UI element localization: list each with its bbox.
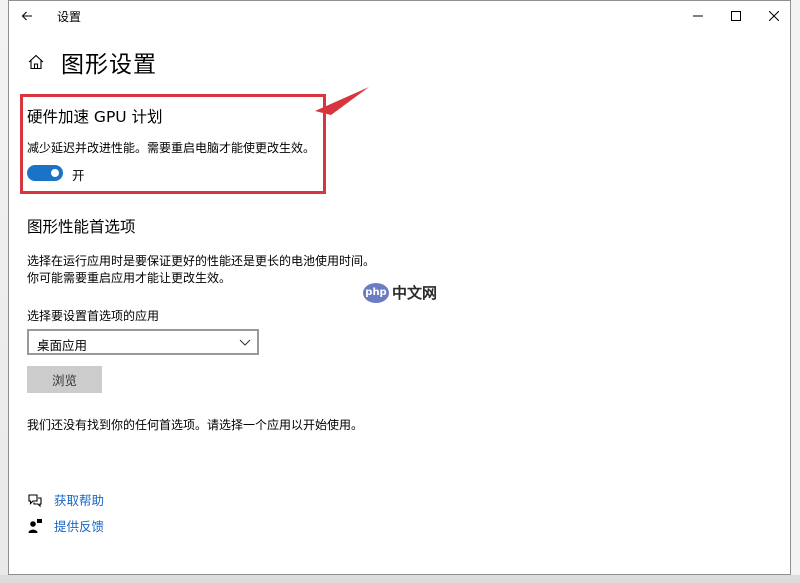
give-feedback-link[interactable]: 提供反馈 bbox=[54, 516, 104, 535]
give-feedback-link-row[interactable]: 提供反馈 bbox=[27, 516, 104, 535]
gpu-scheduling-toggle[interactable] bbox=[27, 165, 63, 181]
background-window-right bbox=[790, 0, 800, 583]
gpu-scheduling-description: 减少延迟并改进性能。需要重启电脑才能使更改生效。 bbox=[27, 141, 316, 155]
close-button[interactable] bbox=[755, 1, 793, 31]
close-icon bbox=[769, 11, 779, 21]
minimize-icon bbox=[693, 15, 703, 17]
back-arrow-icon bbox=[21, 11, 32, 21]
watermark-badge: php bbox=[363, 282, 389, 303]
graphics-preference-heading: 图形性能首选项 bbox=[27, 218, 136, 236]
settings-window: 设置 图形设置 硬件加速 GPU 计划 减少延迟并改进性能。需要重启电脑才能使更… bbox=[8, 0, 791, 575]
minimize-button[interactable] bbox=[679, 1, 717, 31]
chevron-down-icon bbox=[239, 339, 251, 346]
no-preferences-message: 我们还没有找到你的任何首选项。请选择一个应用以开始使用。 bbox=[27, 418, 364, 432]
home-button[interactable] bbox=[27, 53, 45, 71]
home-icon bbox=[28, 54, 44, 70]
title-bar: 设置 bbox=[9, 1, 790, 31]
maximize-icon bbox=[731, 11, 741, 21]
watermark: php 中文网 bbox=[363, 282, 437, 303]
graphics-preference-description-2: 你可能需要重启应用才能让更改生效。 bbox=[27, 271, 232, 285]
feedback-person-icon bbox=[27, 518, 43, 534]
annotation-arrow bbox=[315, 87, 369, 115]
back-button[interactable] bbox=[9, 1, 45, 31]
app-type-dropdown[interactable]: 桌面应用 bbox=[27, 329, 259, 355]
browse-button[interactable]: 浏览 bbox=[27, 366, 102, 393]
background-bottom-edge bbox=[0, 575, 800, 583]
window-title: 设置 bbox=[57, 10, 82, 24]
graphics-preference-description-1: 选择在运行应用时是要保证更好的性能还是更长的电池使用时间。 bbox=[27, 254, 376, 268]
app-select-label: 选择要设置首选项的应用 bbox=[27, 309, 160, 323]
help-chat-icon bbox=[27, 492, 43, 508]
toggle-knob bbox=[51, 169, 59, 177]
toggle-state-label: 开 bbox=[72, 168, 85, 183]
get-help-link[interactable]: 获取帮助 bbox=[54, 490, 104, 509]
page-title: 图形设置 bbox=[61, 52, 157, 78]
watermark-text: 中文网 bbox=[392, 284, 438, 302]
dropdown-selected-value: 桌面应用 bbox=[37, 338, 88, 353]
maximize-button[interactable] bbox=[717, 1, 755, 31]
gpu-scheduling-heading: 硬件加速 GPU 计划 bbox=[27, 108, 163, 126]
get-help-link-row[interactable]: 获取帮助 bbox=[27, 490, 104, 509]
